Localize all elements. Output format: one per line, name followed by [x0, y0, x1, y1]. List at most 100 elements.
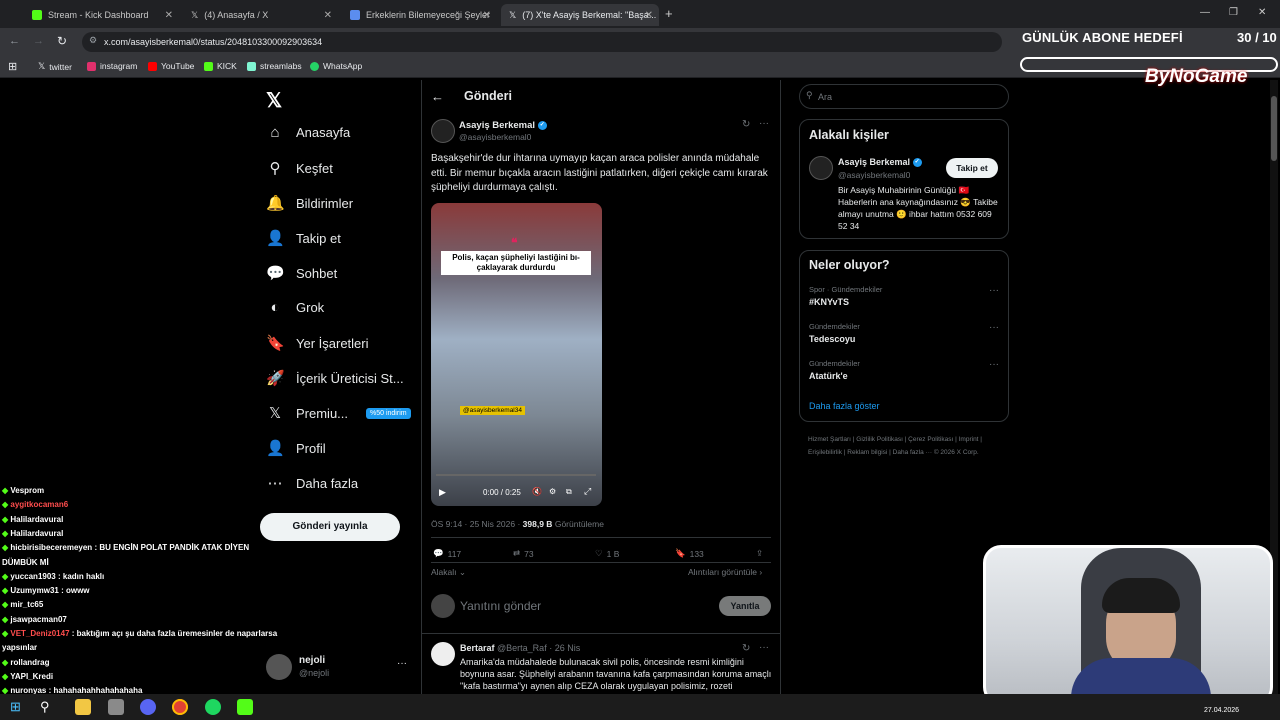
nav-item-bookmarks[interactable]: 🔖 Yer İşaretleri — [266, 334, 369, 352]
scrollbar-thumb[interactable] — [1271, 96, 1277, 161]
url-input[interactable]: x.com/asayisberkemal0/status/20481033000… — [82, 32, 1002, 52]
nav-item-creator-studio[interactable]: 🚀 İçerik Üreticisi St... — [266, 369, 404, 387]
close-icon[interactable]: ✕ — [483, 10, 491, 21]
close-icon[interactable]: ✕ — [165, 10, 173, 21]
chrome-icon[interactable] — [172, 699, 188, 715]
site-info-icon[interactable]: ⚙ — [89, 35, 97, 46]
more-icon[interactable]: ··· — [397, 658, 407, 669]
bookmark-count: 133 — [689, 548, 704, 559]
bookmark-kick[interactable]: KICK — [204, 61, 237, 71]
nav-item-notifications[interactable]: 🔔 Bildirimler — [266, 194, 353, 212]
nav-item-explore[interactable]: ⚲ Keşfet — [266, 159, 333, 177]
video-progress-bar[interactable] — [436, 474, 596, 476]
like-action[interactable]: ♡ 1 B — [595, 548, 619, 559]
kick-icon[interactable] — [237, 699, 253, 715]
chat-message: ◆ jsawpacman07 — [2, 615, 67, 624]
file-explorer-icon[interactable] — [75, 699, 91, 715]
reply-button[interactable]: Yanıtla — [719, 596, 771, 616]
close-icon[interactable]: ✕ — [645, 10, 653, 21]
sort-label: Alakalı — [431, 567, 457, 577]
bookmark-action[interactable]: 🔖 133 — [675, 548, 704, 559]
new-tab-icon[interactable]: + — [665, 6, 673, 21]
bookmark-label: twitter — [49, 61, 72, 72]
x-logo-icon[interactable]: 𝕏 — [266, 88, 282, 113]
trend-category: Gündemdekiler — [809, 359, 860, 368]
reply-header: Bertaraf @Berta_Raf · 26 Nis — [460, 643, 580, 653]
follow-button[interactable]: Takip et — [946, 158, 998, 178]
bookmark-label: YouTube — [161, 61, 195, 71]
tab-kick-dashboard[interactable]: Stream - Kick Dashboard ✕ — [24, 4, 179, 26]
bookmark-whatsapp[interactable]: WhatsApp — [310, 61, 362, 71]
trend-category: Gündemdekiler — [809, 322, 860, 331]
post-text: Başakşehir'de dur ihtarına uymayıp kaçan… — [431, 153, 768, 193]
more-icon[interactable]: ··· — [989, 359, 999, 370]
author-name-row[interactable]: Asayiş Berkemal ✓ — [459, 120, 547, 131]
back-arrow-icon[interactable]: ← — [431, 89, 444, 104]
reply-action[interactable]: 💬 117 — [433, 548, 461, 559]
discord-icon[interactable] — [140, 699, 156, 715]
play-icon[interactable]: ▶ — [439, 487, 446, 498]
nav-item-profile[interactable]: 👤 Profil — [266, 439, 326, 457]
back-icon[interactable]: ← — [9, 35, 20, 47]
apps-grid-icon[interactable]: ⊞ — [8, 60, 17, 73]
nav-item-more[interactable]: ⋯ Daha fazla — [266, 474, 359, 492]
nav-item-grok[interactable]: ◐ Grok — [266, 299, 324, 316]
person-name-row[interactable]: Asayiş Berkemal ✓ — [838, 157, 922, 168]
bookmark-instagram[interactable]: instagram — [87, 61, 137, 71]
nav-item-home[interactable]: ⌂ Anasayfa — [266, 124, 350, 141]
grok-icon[interactable]: ↻ — [742, 119, 750, 130]
sort-relevant[interactable]: Alakalı ⌄ — [431, 567, 466, 578]
trend-item[interactable]: Gündemdekiler Tedescoyu ··· — [799, 322, 1009, 354]
bookmark-twitter[interactable]: 𝕏twitter — [38, 61, 72, 72]
person-bio: Bir Asayiş Muhabirinin Günlüğü 🇹🇷 Haberl… — [838, 185, 998, 231]
tab-article[interactable]: Erkeklerin Bilemeyeceği Şeyler ✕ — [342, 4, 497, 26]
bookmark-streamlabs[interactable]: streamlabs — [247, 61, 302, 71]
windows-start-icon[interactable]: ⊞ — [10, 699, 21, 715]
bell-icon: 🔔 — [266, 195, 285, 212]
mute-icon[interactable]: 🔇 — [532, 487, 542, 496]
minimize-icon[interactable]: — — [1200, 7, 1210, 18]
nav-item-chat[interactable]: 💬 Sohbet — [266, 264, 337, 282]
repost-action[interactable]: ⇄ 73 — [513, 548, 534, 559]
trend-item[interactable]: Gündemdekiler Atatürk'e ··· — [799, 359, 1009, 391]
more-icon[interactable]: ··· — [759, 118, 769, 129]
reply-input[interactable]: Yanıtını gönder — [460, 599, 541, 613]
fullscreen-icon[interactable]: ⤢ — [584, 486, 591, 497]
tab-x-home[interactable]: 𝕏 (4) Anasayfa / X ✕ — [183, 4, 338, 26]
settings-icon[interactable]: ⚙ — [549, 487, 556, 496]
pip-icon[interactable]: ⧉ — [566, 487, 572, 497]
grok-icon[interactable]: ↻ — [742, 643, 750, 654]
search-input[interactable]: Ara — [799, 84, 1009, 109]
nav-label: Anasayfa — [296, 125, 351, 140]
nav-item-premium[interactable]: 𝕏 Premiu... %50 indirim — [266, 404, 411, 422]
bookmark-youtube[interactable]: YouTube — [148, 61, 194, 71]
avatar — [431, 594, 455, 618]
repost-icon: ⇄ — [513, 548, 521, 558]
view-quotes-link[interactable]: Alıntıları görüntüle › — [688, 567, 762, 577]
footer-links[interactable]: Hizmet Şartları | Gizlilik Politikası | … — [808, 433, 1008, 459]
trend-item[interactable]: Spor · Gündemdekiler #KNYvTS ··· — [799, 285, 1009, 317]
more-icon[interactable]: ··· — [759, 642, 769, 653]
more-icon[interactable]: ··· — [989, 322, 999, 333]
share-icon[interactable]: ⇪ — [756, 548, 763, 559]
bookmark-icon: 🔖 — [675, 548, 686, 558]
divider — [431, 537, 771, 538]
more-icon[interactable]: ··· — [989, 285, 999, 296]
post-button[interactable]: Gönderi yayınla — [260, 513, 400, 541]
nav-item-follow[interactable]: 👤 Takip et — [266, 229, 341, 247]
reply-avatar[interactable] — [431, 642, 455, 666]
taskbar — [0, 694, 1280, 720]
author-avatar[interactable] — [431, 119, 455, 143]
forward-icon[interactable]: → — [33, 35, 44, 47]
close-icon[interactable]: ✕ — [324, 10, 332, 21]
restore-icon[interactable]: ❐ — [1229, 7, 1238, 18]
person-avatar[interactable] — [809, 156, 833, 180]
reload-icon[interactable]: ↻ — [57, 34, 67, 48]
close-window-icon[interactable]: ✕ — [1258, 7, 1266, 18]
spotify-icon[interactable] — [205, 699, 221, 715]
show-more-link[interactable]: Daha fazla göster — [809, 401, 880, 411]
tab-x-post[interactable]: 𝕏 (7) X'te Asayiş Berkemal: "Başa... ✕ — [501, 4, 659, 26]
search-icon[interactable]: ⚲ — [40, 699, 50, 715]
account-switcher[interactable]: nejoli @nejoli ··· — [266, 654, 411, 684]
app-icon[interactable] — [108, 699, 124, 715]
